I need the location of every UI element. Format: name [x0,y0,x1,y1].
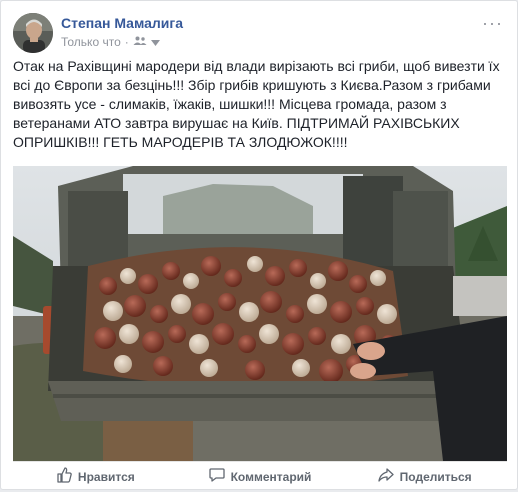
post-card: Степан Мамалига Только что · ··· Отак на… [0,0,518,490]
post-meta: Только что · [61,35,160,49]
like-icon [56,467,72,486]
more-dots-icon[interactable]: ··· [482,13,503,34]
share-icon [378,467,394,486]
share-label: Поделиться [399,469,472,484]
mushroom-truck-image [13,166,507,461]
share-button[interactable]: Поделиться [342,462,507,492]
friends-icon[interactable] [133,35,147,49]
post-header: Степан Мамалига Только что · ··· [13,11,507,55]
chevron-down-icon[interactable] [150,35,160,49]
comment-button[interactable]: Комментарий [178,462,343,492]
author-avatar[interactable] [13,13,53,53]
post-photo[interactable] [13,166,507,461]
author-name[interactable]: Степан Мамалига [61,15,183,31]
action-bar: Нравится Комментарий Поделиться [13,461,507,491]
post-timestamp[interactable]: Только что [61,35,121,49]
like-label: Нравится [77,469,135,484]
post-text: Отак на Рахівщині мародери від влади вир… [13,58,504,150]
comment-label: Комментарий [230,469,312,484]
meta-separator: · [124,35,129,49]
like-button[interactable]: Нравится [13,462,178,492]
avatar-image [13,13,53,53]
comment-icon [208,467,225,486]
